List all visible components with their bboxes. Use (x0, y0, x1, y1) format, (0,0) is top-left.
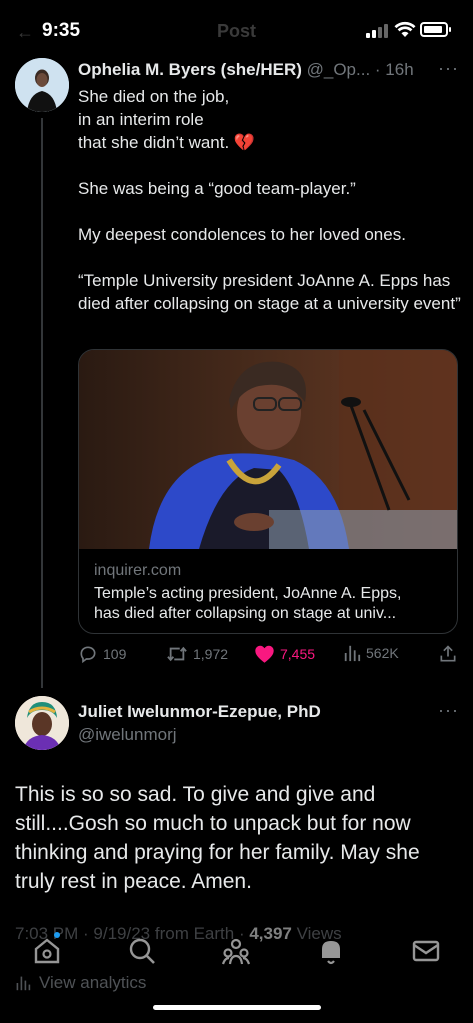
more-options-icon[interactable]: ··· (438, 58, 459, 79)
tweet-paragraph: She died on the job, in an interim role … (78, 87, 256, 152)
tweet-text: She died on the job, in an interim role … (78, 85, 463, 315)
views-count: 562K (366, 645, 399, 661)
home-indicator[interactable] (153, 1005, 321, 1010)
bottom-nav (0, 928, 473, 976)
like-button[interactable]: 7,455 (254, 644, 315, 664)
home-icon[interactable] (32, 936, 62, 966)
home-notification-dot (54, 932, 60, 938)
more-options-icon[interactable]: ··· (438, 700, 459, 721)
wifi-icon (394, 21, 416, 37)
author-name[interactable]: Ophelia M. Byers (she/HER) (78, 60, 302, 79)
reply-count: 109 (103, 646, 127, 662)
repost-icon (167, 646, 187, 662)
avatar[interactable] (15, 58, 69, 112)
communities-icon[interactable] (221, 936, 251, 966)
link-card-title-line: Temple’s acting president, JoAnne A. Epp… (94, 585, 402, 602)
views-icon (344, 645, 361, 662)
share-icon (440, 645, 456, 662)
notifications-icon[interactable] (316, 936, 346, 966)
tweet-actions: 109 1,972 7,455 562K (78, 644, 463, 666)
tweet-paragraph: My deepest condolences to her loved ones… (78, 225, 406, 244)
tweet-paragraph: “Temple University president JoAnne A. E… (78, 271, 461, 313)
tweet-header: Ophelia M. Byers (she/HER) @_Op... · 16h (78, 60, 414, 80)
heart-filled-icon (255, 645, 274, 663)
repost-button[interactable]: 1,972 (166, 644, 228, 664)
reply-text: This is so so sad. To give and give and … (15, 783, 420, 893)
share-button[interactable] (438, 644, 458, 664)
tweet-paragraph: She was being a “good team-player.” (78, 179, 356, 198)
avatar-image (15, 58, 69, 112)
avatar-image (15, 696, 69, 750)
reply-author-name[interactable]: Juliet Iwelunmor-Ezepue, PhD (78, 702, 321, 722)
repost-count: 1,972 (193, 646, 229, 662)
link-card-title: Temple’s acting president, JoAnne A. Epp… (94, 584, 449, 624)
analytics-icon (16, 976, 31, 991)
messages-icon[interactable] (411, 936, 441, 966)
thread-line (41, 118, 43, 688)
view-analytics-label: View analytics (39, 973, 147, 992)
link-card-title-line: has died after collapsing on stage at un… (94, 605, 397, 622)
battery-icon (420, 22, 451, 37)
link-card-domain: inquirer.com (94, 562, 182, 579)
link-card-image (79, 350, 457, 549)
cellular-signal-icon (366, 24, 388, 38)
status-bar: ← 9:35 Post (0, 0, 473, 60)
author-handle-time[interactable]: @_Op... · 16h (307, 60, 414, 79)
reply-icon (80, 646, 96, 664)
reply-button[interactable]: 109 (78, 644, 126, 664)
avatar[interactable] (15, 696, 69, 750)
search-icon[interactable] (127, 936, 157, 966)
like-count: 7,455 (280, 646, 316, 662)
views-button[interactable]: 562K (343, 644, 399, 662)
reply-author-handle[interactable]: @iwelunmorj (78, 725, 177, 745)
view-analytics-button[interactable]: View analytics (15, 973, 146, 993)
link-card[interactable]: inquirer.com Temple’s acting president, … (78, 349, 458, 634)
